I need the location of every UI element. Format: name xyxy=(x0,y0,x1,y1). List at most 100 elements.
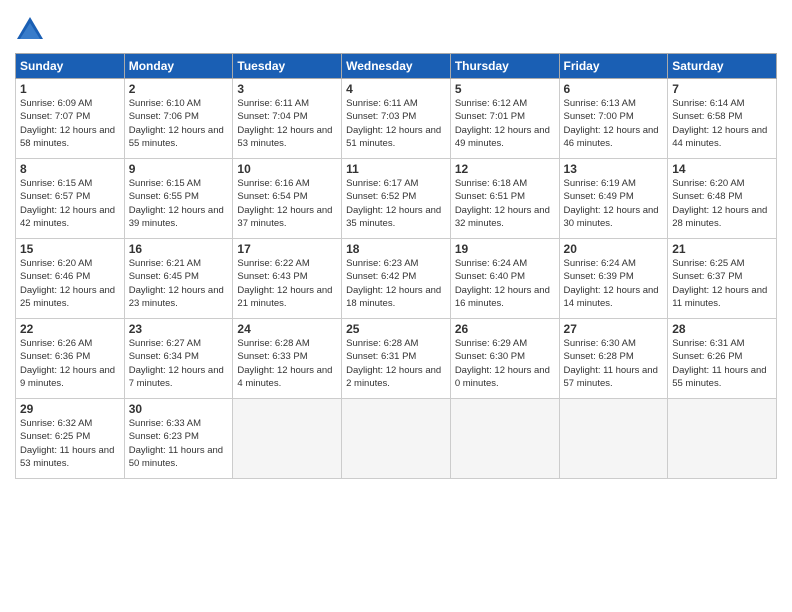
day-number: 1 xyxy=(20,82,120,96)
weekday-header-saturday: Saturday xyxy=(668,54,777,79)
sun-info: Sunrise: 6:27 AM Sunset: 6:34 PM Dayligh… xyxy=(129,337,229,390)
week-row-0: 1 Sunrise: 6:09 AM Sunset: 7:07 PM Dayli… xyxy=(16,79,777,159)
sun-info: Sunrise: 6:30 AM Sunset: 6:28 PM Dayligh… xyxy=(564,337,664,390)
sun-info: Sunrise: 6:18 AM Sunset: 6:51 PM Dayligh… xyxy=(455,177,555,230)
day-number: 12 xyxy=(455,162,555,176)
week-row-4: 29 Sunrise: 6:32 AM Sunset: 6:25 PM Dayl… xyxy=(16,399,777,479)
calendar-cell: 13 Sunrise: 6:19 AM Sunset: 6:49 PM Dayl… xyxy=(559,159,668,239)
sun-info: Sunrise: 6:09 AM Sunset: 7:07 PM Dayligh… xyxy=(20,97,120,150)
calendar-cell: 11 Sunrise: 6:17 AM Sunset: 6:52 PM Dayl… xyxy=(342,159,451,239)
day-number: 25 xyxy=(346,322,446,336)
day-number: 4 xyxy=(346,82,446,96)
day-number: 3 xyxy=(237,82,337,96)
weekday-header-row: SundayMondayTuesdayWednesdayThursdayFrid… xyxy=(16,54,777,79)
calendar-cell: 23 Sunrise: 6:27 AM Sunset: 6:34 PM Dayl… xyxy=(124,319,233,399)
sun-info: Sunrise: 6:24 AM Sunset: 6:40 PM Dayligh… xyxy=(455,257,555,310)
calendar-cell: 14 Sunrise: 6:20 AM Sunset: 6:48 PM Dayl… xyxy=(668,159,777,239)
sun-info: Sunrise: 6:13 AM Sunset: 7:00 PM Dayligh… xyxy=(564,97,664,150)
sun-info: Sunrise: 6:11 AM Sunset: 7:04 PM Dayligh… xyxy=(237,97,337,150)
sun-info: Sunrise: 6:22 AM Sunset: 6:43 PM Dayligh… xyxy=(237,257,337,310)
logo xyxy=(15,15,49,45)
day-number: 30 xyxy=(129,402,229,416)
day-number: 8 xyxy=(20,162,120,176)
calendar-cell: 3 Sunrise: 6:11 AM Sunset: 7:04 PM Dayli… xyxy=(233,79,342,159)
day-number: 2 xyxy=(129,82,229,96)
calendar-cell: 19 Sunrise: 6:24 AM Sunset: 6:40 PM Dayl… xyxy=(450,239,559,319)
sun-info: Sunrise: 6:14 AM Sunset: 6:58 PM Dayligh… xyxy=(672,97,772,150)
day-number: 11 xyxy=(346,162,446,176)
day-number: 5 xyxy=(455,82,555,96)
calendar: SundayMondayTuesdayWednesdayThursdayFrid… xyxy=(15,53,777,479)
calendar-cell: 28 Sunrise: 6:31 AM Sunset: 6:26 PM Dayl… xyxy=(668,319,777,399)
header xyxy=(15,15,777,45)
day-number: 21 xyxy=(672,242,772,256)
calendar-cell: 27 Sunrise: 6:30 AM Sunset: 6:28 PM Dayl… xyxy=(559,319,668,399)
calendar-cell: 1 Sunrise: 6:09 AM Sunset: 7:07 PM Dayli… xyxy=(16,79,125,159)
calendar-cell: 17 Sunrise: 6:22 AM Sunset: 6:43 PM Dayl… xyxy=(233,239,342,319)
day-number: 28 xyxy=(672,322,772,336)
day-number: 24 xyxy=(237,322,337,336)
sun-info: Sunrise: 6:15 AM Sunset: 6:57 PM Dayligh… xyxy=(20,177,120,230)
sun-info: Sunrise: 6:28 AM Sunset: 6:31 PM Dayligh… xyxy=(346,337,446,390)
calendar-cell: 30 Sunrise: 6:33 AM Sunset: 6:23 PM Dayl… xyxy=(124,399,233,479)
sun-info: Sunrise: 6:20 AM Sunset: 6:46 PM Dayligh… xyxy=(20,257,120,310)
sun-info: Sunrise: 6:17 AM Sunset: 6:52 PM Dayligh… xyxy=(346,177,446,230)
calendar-cell: 26 Sunrise: 6:29 AM Sunset: 6:30 PM Dayl… xyxy=(450,319,559,399)
day-number: 26 xyxy=(455,322,555,336)
calendar-cell: 29 Sunrise: 6:32 AM Sunset: 6:25 PM Dayl… xyxy=(16,399,125,479)
sun-info: Sunrise: 6:15 AM Sunset: 6:55 PM Dayligh… xyxy=(129,177,229,230)
logo-icon xyxy=(15,15,45,45)
page: SundayMondayTuesdayWednesdayThursdayFrid… xyxy=(0,0,792,612)
sun-info: Sunrise: 6:31 AM Sunset: 6:26 PM Dayligh… xyxy=(672,337,772,390)
sun-info: Sunrise: 6:26 AM Sunset: 6:36 PM Dayligh… xyxy=(20,337,120,390)
sun-info: Sunrise: 6:32 AM Sunset: 6:25 PM Dayligh… xyxy=(20,417,120,470)
sun-info: Sunrise: 6:23 AM Sunset: 6:42 PM Dayligh… xyxy=(346,257,446,310)
calendar-cell: 2 Sunrise: 6:10 AM Sunset: 7:06 PM Dayli… xyxy=(124,79,233,159)
sun-info: Sunrise: 6:10 AM Sunset: 7:06 PM Dayligh… xyxy=(129,97,229,150)
day-number: 20 xyxy=(564,242,664,256)
sun-info: Sunrise: 6:20 AM Sunset: 6:48 PM Dayligh… xyxy=(672,177,772,230)
calendar-cell xyxy=(342,399,451,479)
sun-info: Sunrise: 6:19 AM Sunset: 6:49 PM Dayligh… xyxy=(564,177,664,230)
week-row-2: 15 Sunrise: 6:20 AM Sunset: 6:46 PM Dayl… xyxy=(16,239,777,319)
sun-info: Sunrise: 6:28 AM Sunset: 6:33 PM Dayligh… xyxy=(237,337,337,390)
calendar-cell: 7 Sunrise: 6:14 AM Sunset: 6:58 PM Dayli… xyxy=(668,79,777,159)
calendar-cell: 24 Sunrise: 6:28 AM Sunset: 6:33 PM Dayl… xyxy=(233,319,342,399)
sun-info: Sunrise: 6:16 AM Sunset: 6:54 PM Dayligh… xyxy=(237,177,337,230)
calendar-cell: 10 Sunrise: 6:16 AM Sunset: 6:54 PM Dayl… xyxy=(233,159,342,239)
day-number: 14 xyxy=(672,162,772,176)
calendar-cell: 6 Sunrise: 6:13 AM Sunset: 7:00 PM Dayli… xyxy=(559,79,668,159)
calendar-cell: 8 Sunrise: 6:15 AM Sunset: 6:57 PM Dayli… xyxy=(16,159,125,239)
week-row-1: 8 Sunrise: 6:15 AM Sunset: 6:57 PM Dayli… xyxy=(16,159,777,239)
week-row-3: 22 Sunrise: 6:26 AM Sunset: 6:36 PM Dayl… xyxy=(16,319,777,399)
weekday-header-monday: Monday xyxy=(124,54,233,79)
calendar-cell xyxy=(559,399,668,479)
weekday-header-thursday: Thursday xyxy=(450,54,559,79)
weekday-header-sunday: Sunday xyxy=(16,54,125,79)
day-number: 19 xyxy=(455,242,555,256)
day-number: 22 xyxy=(20,322,120,336)
day-number: 7 xyxy=(672,82,772,96)
day-number: 23 xyxy=(129,322,229,336)
calendar-cell: 25 Sunrise: 6:28 AM Sunset: 6:31 PM Dayl… xyxy=(342,319,451,399)
calendar-cell: 21 Sunrise: 6:25 AM Sunset: 6:37 PM Dayl… xyxy=(668,239,777,319)
calendar-cell: 15 Sunrise: 6:20 AM Sunset: 6:46 PM Dayl… xyxy=(16,239,125,319)
sun-info: Sunrise: 6:24 AM Sunset: 6:39 PM Dayligh… xyxy=(564,257,664,310)
calendar-cell xyxy=(450,399,559,479)
day-number: 18 xyxy=(346,242,446,256)
calendar-cell: 18 Sunrise: 6:23 AM Sunset: 6:42 PM Dayl… xyxy=(342,239,451,319)
calendar-cell: 4 Sunrise: 6:11 AM Sunset: 7:03 PM Dayli… xyxy=(342,79,451,159)
day-number: 10 xyxy=(237,162,337,176)
day-number: 9 xyxy=(129,162,229,176)
weekday-header-wednesday: Wednesday xyxy=(342,54,451,79)
day-number: 16 xyxy=(129,242,229,256)
day-number: 6 xyxy=(564,82,664,96)
sun-info: Sunrise: 6:12 AM Sunset: 7:01 PM Dayligh… xyxy=(455,97,555,150)
calendar-cell: 5 Sunrise: 6:12 AM Sunset: 7:01 PM Dayli… xyxy=(450,79,559,159)
day-number: 27 xyxy=(564,322,664,336)
sun-info: Sunrise: 6:33 AM Sunset: 6:23 PM Dayligh… xyxy=(129,417,229,470)
sun-info: Sunrise: 6:25 AM Sunset: 6:37 PM Dayligh… xyxy=(672,257,772,310)
sun-info: Sunrise: 6:11 AM Sunset: 7:03 PM Dayligh… xyxy=(346,97,446,150)
day-number: 17 xyxy=(237,242,337,256)
calendar-cell xyxy=(668,399,777,479)
